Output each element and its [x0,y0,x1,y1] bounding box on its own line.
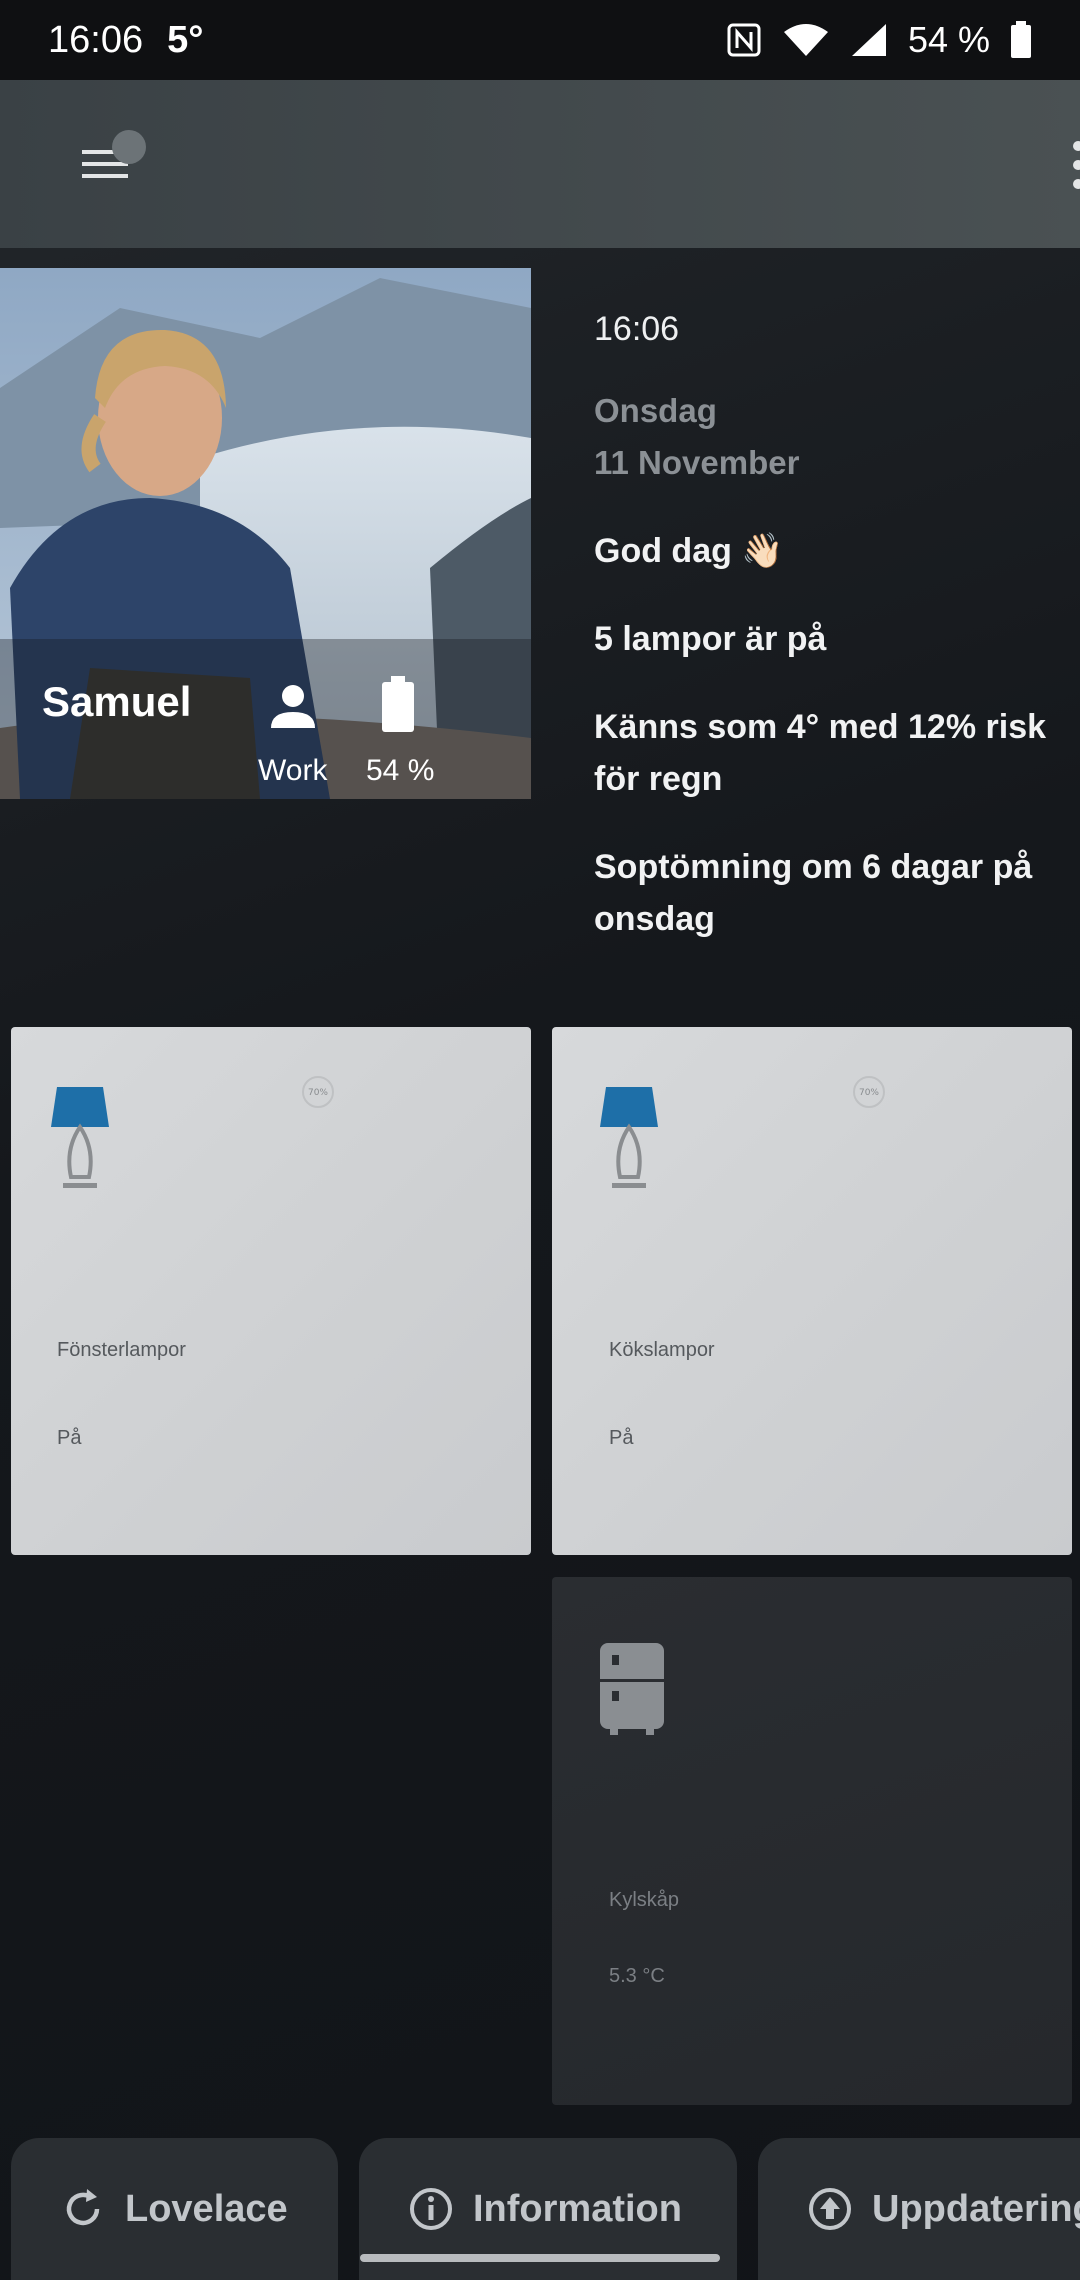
app-root: 16:06 5° 54 % Samuel Work 54 % 16:06 Ons… [0,0,1080,2280]
account-icon [271,685,315,728]
table-lamp-icon [600,1087,658,1188]
tile-kokslampor[interactable]: 70% Kökslampor På [552,1027,1072,1555]
tile-brightness: 70% [308,1088,328,1098]
person-name: Samuel [42,678,192,725]
battery-icon [1011,21,1031,58]
tile-state: På [57,1427,82,1449]
lovelace-button[interactable]: Lovelace [11,2138,338,2280]
updates-label: Uppdateringar [872,2187,1080,2230]
tile-state: På [609,1427,634,1449]
info-lamps: 5 lampor är på [594,620,827,658]
brightness-badge: 70% [853,1076,885,1108]
person-card[interactable]: Samuel Work 54 % [0,268,531,799]
person-state: Work [258,754,328,787]
tile-name: Fönsterlampor [57,1339,186,1361]
info-weekday: Onsdag [594,392,717,429]
refresh-icon [66,2189,100,2226]
more-vertical-icon[interactable] [1066,140,1080,190]
tile-brightness: 70% [859,1088,879,1098]
lovelace-label: Lovelace [125,2187,288,2230]
status-bar: 16:06 5° 54 % [0,0,1080,80]
wifi-icon [783,24,828,56]
person-battery: 54 % [366,754,435,787]
tile-kylskap[interactable]: Kylskåp 5.3 °C [552,1577,1072,2105]
info-panel: 16:06 Onsdag 11 November God dag 👋🏻 5 la… [594,310,1064,981]
updates-button[interactable]: Uppdateringar [758,2138,1080,2280]
tile-state: 5.3 °C [609,1965,665,1987]
fridge-icon [600,1643,664,1735]
info-time: 16:06 [594,310,680,348]
status-time: 16:06 [48,18,144,61]
info-weather: Känns som 4° med 12% risk för regn [594,708,1047,798]
info-date-text: 11 November [594,444,800,481]
information-label: Information [473,2187,682,2230]
table-lamp-icon [51,1087,109,1188]
status-battery-percent: 54 % [907,19,990,60]
nfc-icon [727,23,761,57]
tile-fonsterlampor[interactable]: 70% Fönsterlampor På [11,1027,531,1555]
gesture-bar[interactable] [360,2254,720,2262]
info-icon [410,2188,452,2230]
battery-icon [382,676,414,732]
upload-icon [809,2188,851,2230]
tile-name: Kylskåp [609,1889,680,1911]
info-greeting: God dag 👋🏻 [594,532,784,570]
signal-icon [851,24,886,56]
info-date: Onsdag 11 November [594,385,1064,489]
tile-name: Kökslampor [609,1339,715,1361]
info-garbage: Soptömning om 6 dagar på onsdag [594,848,1033,938]
brightness-badge: 70% [302,1076,334,1108]
app-toolbar [0,80,1080,248]
status-temperature: 5° [167,18,204,61]
status-icons: 54 % [726,19,1032,61]
notification-dot [112,130,146,164]
